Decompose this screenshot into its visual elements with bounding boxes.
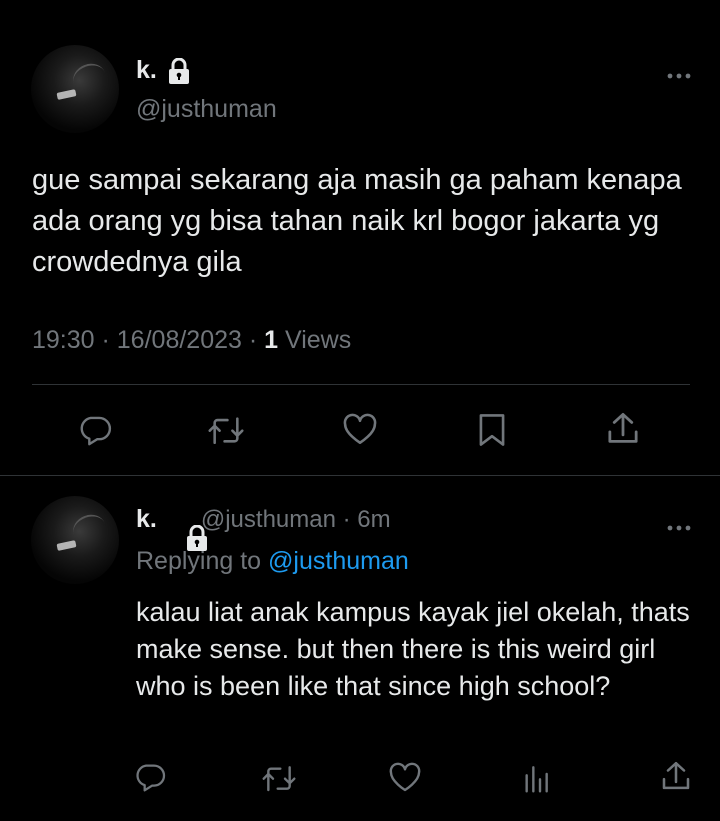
- reply-bubble-icon[interactable]: [78, 413, 112, 447]
- tweet-meta: 19:30 · 16/08/2023 · 1 Views: [32, 326, 351, 355]
- more-dots-icon[interactable]: [666, 512, 692, 538]
- meta-separator: ·: [94, 326, 117, 354]
- bookmark-icon[interactable]: [476, 412, 508, 448]
- reply-bubble-icon[interactable]: [134, 761, 166, 793]
- display-name-text: k.: [136, 56, 157, 84]
- more-dots-icon[interactable]: [666, 60, 692, 86]
- meta-separator: ·: [335, 505, 358, 533]
- handle[interactable]: @justhuman: [136, 95, 277, 124]
- views-label[interactable]: Views: [278, 326, 351, 355]
- views-count[interactable]: 1: [264, 326, 278, 355]
- share-icon[interactable]: [605, 410, 641, 448]
- replying-to-link[interactable]: @justhuman: [268, 547, 409, 575]
- share-icon[interactable]: [660, 759, 692, 794]
- handle[interactable]: @justhuman: [201, 506, 336, 534]
- tweet-date[interactable]: 16/08/2023: [117, 326, 242, 355]
- tweet-text: gue sampai sekarang aja masih ga paham k…: [32, 164, 682, 278]
- lock-icon: [167, 57, 191, 84]
- divider: [32, 384, 690, 385]
- tweet-time[interactable]: 19:30: [32, 326, 95, 355]
- avatar[interactable]: [31, 496, 119, 584]
- retweet-icon[interactable]: [260, 762, 298, 794]
- heart-icon[interactable]: [387, 762, 423, 794]
- heart-icon[interactable]: [341, 413, 379, 447]
- retweet-icon[interactable]: [206, 413, 246, 447]
- meta-separator: ·: [241, 326, 265, 354]
- reply-text: kalau liat anak kampus kayak jiel okelah…: [136, 597, 690, 701]
- reply-age[interactable]: 6m: [357, 506, 390, 534]
- display-name[interactable]: k.: [136, 56, 191, 85]
- replying-to: Replying to @justhuman: [136, 547, 409, 576]
- display-name-text[interactable]: k.: [136, 505, 157, 534]
- avatar[interactable]: [31, 45, 119, 133]
- reply-header: k. @justhuman · 6m: [136, 505, 391, 551]
- divider: [0, 475, 720, 476]
- lock-icon: [167, 507, 207, 551]
- analytics-icon[interactable]: [522, 762, 550, 794]
- replying-prefix: Replying to: [136, 547, 269, 575]
